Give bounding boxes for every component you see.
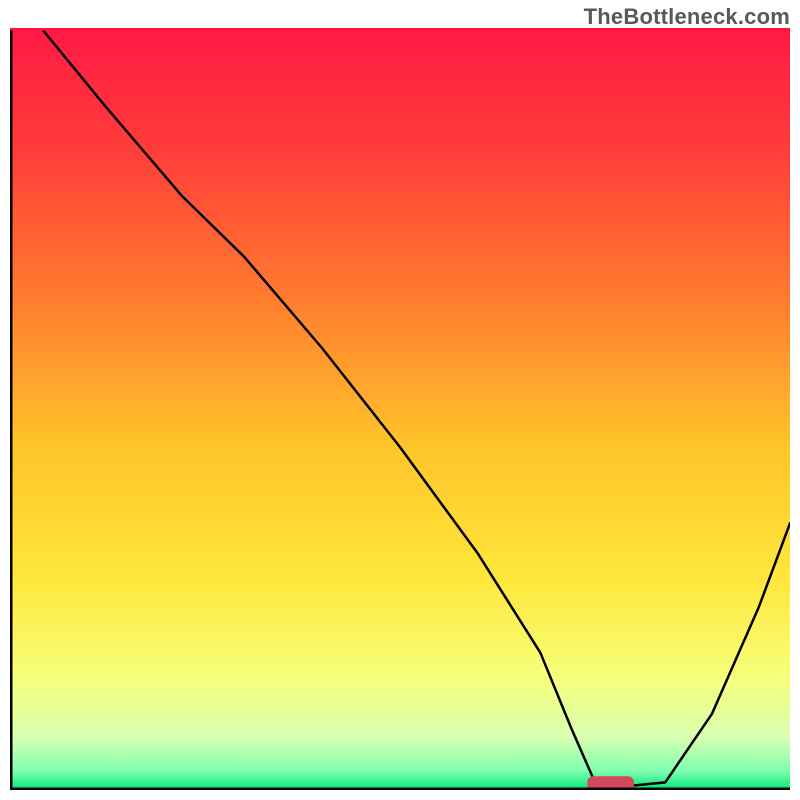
plot-area — [10, 28, 790, 790]
gradient-background — [10, 28, 790, 790]
chart-frame: TheBottleneck.com — [0, 0, 800, 800]
chart-svg — [10, 28, 790, 790]
watermark-label: TheBottleneck.com — [584, 4, 790, 30]
